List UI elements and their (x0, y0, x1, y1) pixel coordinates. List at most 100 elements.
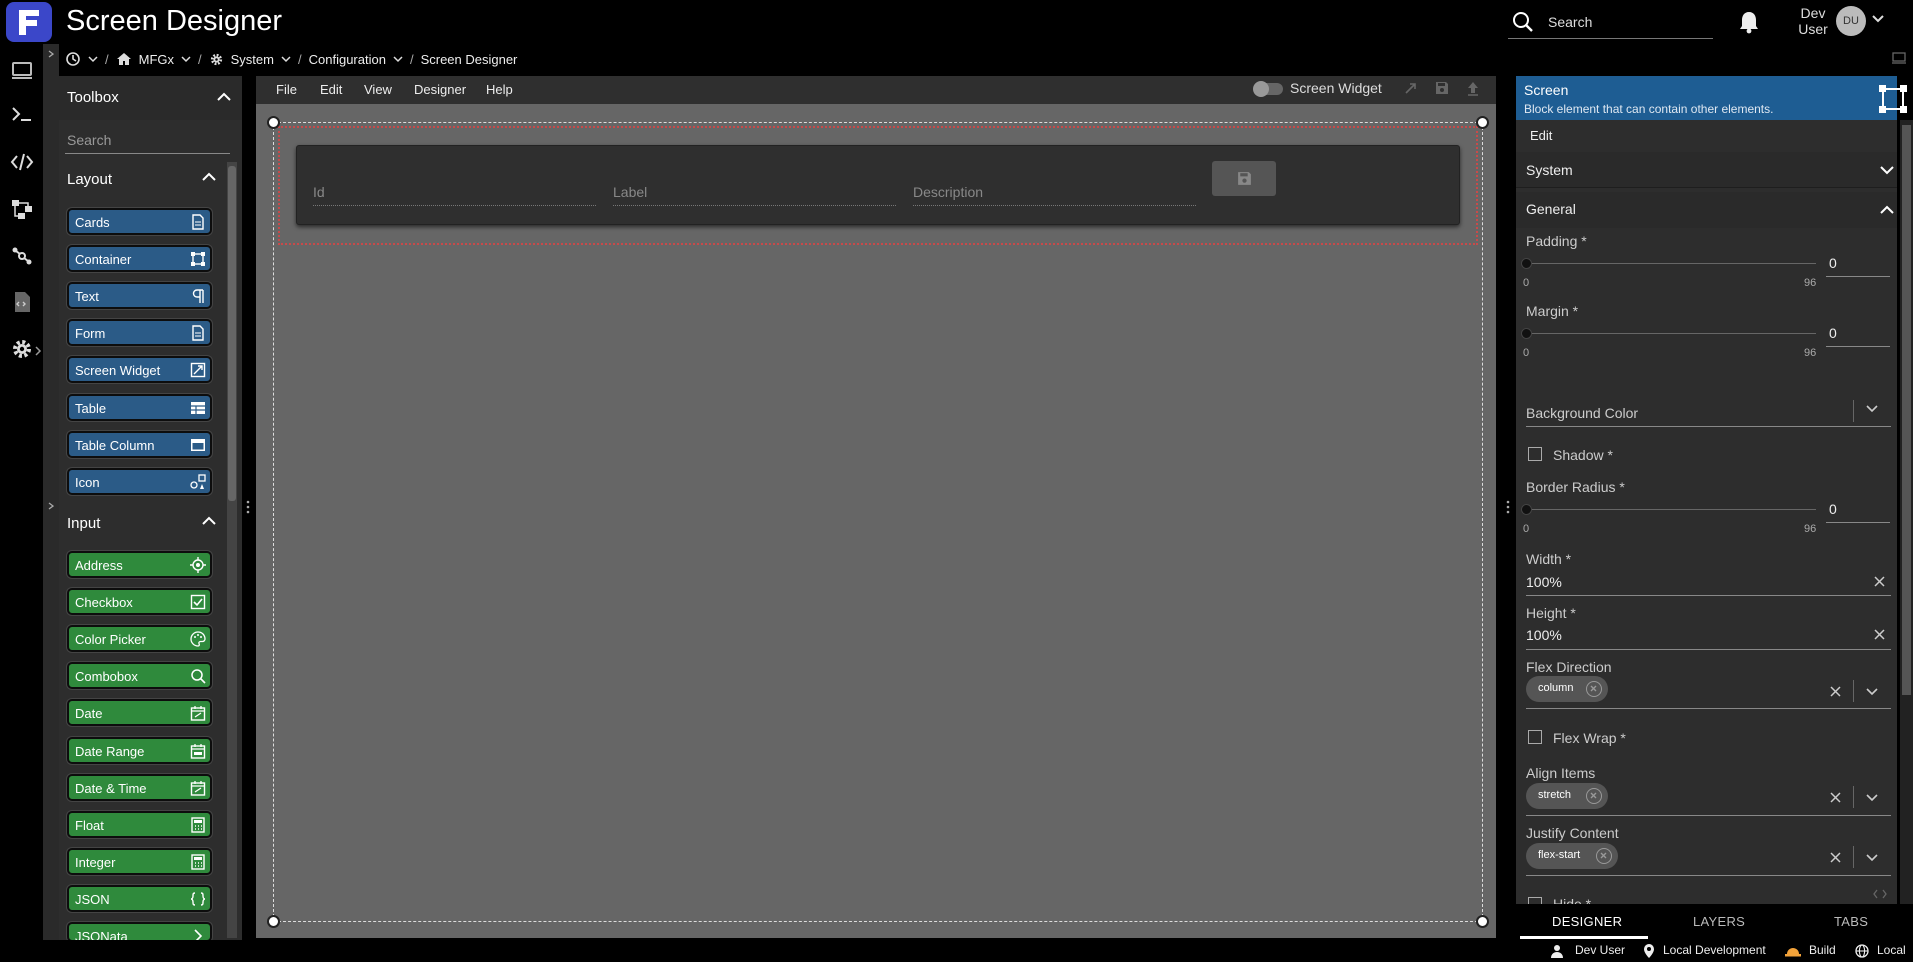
screen-icon[interactable] (10, 58, 34, 82)
tool-date-time[interactable]: Date & Time (67, 774, 212, 801)
tool-json[interactable]: JSON (67, 885, 212, 912)
gear-icon[interactable] (10, 337, 34, 361)
close-icon[interactable] (1586, 788, 1602, 804)
clear-icon[interactable] (1830, 686, 1841, 697)
clear-icon[interactable] (1830, 792, 1841, 803)
status-environment[interactable]: Local Development (1663, 943, 1766, 957)
tool-text[interactable]: Text (67, 282, 212, 309)
close-icon[interactable] (1586, 681, 1602, 697)
tool-jsonata[interactable]: JSONata (67, 922, 212, 942)
tool-table-column[interactable]: Table Column (67, 431, 212, 458)
accordion-system[interactable]: System (1516, 152, 1897, 188)
avatar[interactable]: DU (1836, 6, 1866, 36)
flex-wrap-checkbox[interactable] (1528, 730, 1542, 744)
width-value[interactable]: 100% (1526, 574, 1562, 590)
form-field-description[interactable]: Description (913, 184, 1196, 206)
margin-slider[interactable] (1526, 333, 1816, 334)
height-value[interactable]: 100% (1526, 627, 1562, 643)
form-field-label[interactable]: Label (613, 184, 896, 206)
chevron-down-icon[interactable] (1866, 405, 1878, 413)
tab-layers[interactable]: LAYERS (1693, 914, 1745, 929)
chevron-down-icon[interactable] (88, 55, 98, 63)
flex-direction-chip[interactable]: column (1526, 676, 1608, 702)
terminal-icon[interactable] (10, 102, 34, 126)
margin-slider-knob[interactable] (1521, 328, 1532, 339)
tool-date-range[interactable]: Date Range (67, 737, 212, 764)
status-locale[interactable]: Local (1877, 943, 1906, 957)
tool-icon[interactable]: Icon (67, 468, 212, 495)
hide-checkbox[interactable] (1528, 897, 1542, 904)
menu-help[interactable]: Help (486, 82, 513, 97)
breadcrumb-system[interactable]: System (231, 52, 274, 67)
clear-icon[interactable] (1874, 576, 1885, 587)
status-build[interactable]: Build (1809, 943, 1836, 957)
toolbox-search-input[interactable]: Search (65, 126, 230, 154)
clear-icon[interactable] (1874, 629, 1885, 640)
global-search[interactable]: Search (1508, 7, 1713, 39)
padding-slider-knob[interactable] (1521, 258, 1532, 269)
border-radius-slider-knob[interactable] (1521, 504, 1532, 515)
chevron-down-icon[interactable] (181, 55, 191, 63)
breadcrumb-configuration[interactable]: Configuration (309, 52, 386, 67)
integration-icon[interactable] (10, 244, 34, 268)
chevron-down-icon[interactable] (1866, 688, 1878, 696)
toolbox-header[interactable]: Toolbox (59, 76, 242, 120)
chevron-down-icon[interactable] (1872, 14, 1884, 24)
drag-handle-icon[interactable] (1505, 500, 1511, 514)
tool-color-picker[interactable]: Color Picker (67, 625, 212, 652)
tool-address[interactable]: Address (67, 551, 212, 578)
tool-date[interactable]: Date (67, 699, 212, 726)
margin-value[interactable]: 0 (1829, 325, 1837, 341)
user-name[interactable]: Dev User (1796, 5, 1830, 37)
screen-widget-toggle[interactable] (1253, 81, 1283, 97)
toolbox-collapse-strip[interactable] (43, 44, 59, 962)
expand-rail-icon[interactable] (34, 346, 42, 356)
tool-combobox[interactable]: Combobox (67, 662, 212, 689)
background-color-label[interactable]: Background Color (1526, 405, 1638, 421)
resize-handle-bottom-right[interactable] (1476, 915, 1489, 928)
home-icon[interactable] (116, 52, 132, 66)
properties-scrollbar-thumb[interactable] (1902, 125, 1911, 695)
section-layout[interactable]: Layout (59, 160, 218, 198)
tab-tabs[interactable]: TABS (1834, 914, 1868, 929)
resize-handle-bottom-left[interactable] (267, 915, 280, 928)
drag-handle-icon[interactable] (245, 500, 251, 514)
menu-designer[interactable]: Designer (414, 82, 466, 97)
chevron-up-icon[interactable] (217, 92, 231, 101)
padding-value[interactable]: 0 (1829, 255, 1837, 271)
shadow-checkbox[interactable] (1528, 447, 1542, 461)
tab-designer[interactable]: DESIGNER (1552, 914, 1622, 929)
chevron-down-icon[interactable] (281, 55, 291, 63)
form-save-button[interactable] (1212, 161, 1276, 196)
menu-view[interactable]: View (364, 82, 392, 97)
history-icon[interactable] (65, 51, 81, 67)
app-logo[interactable] (6, 2, 52, 42)
tool-integer[interactable]: Integer (67, 848, 212, 875)
chevron-down-icon[interactable] (393, 55, 403, 63)
padding-slider[interactable] (1526, 263, 1816, 264)
breadcrumb-mfgx[interactable]: MFGx (139, 52, 174, 67)
border-radius-slider[interactable] (1526, 509, 1816, 510)
status-user[interactable]: Dev User (1575, 943, 1625, 957)
chevron-down-icon[interactable] (1866, 854, 1878, 862)
tool-float[interactable]: Float (67, 811, 212, 838)
close-icon[interactable] (1596, 848, 1612, 864)
code-icon[interactable] (1873, 889, 1887, 899)
tool-table[interactable]: Table (67, 394, 212, 421)
bell-icon[interactable] (1738, 10, 1760, 34)
toolbox-scrollbar-thumb[interactable] (228, 166, 236, 501)
menu-file[interactable]: File (276, 82, 297, 97)
chevron-down-icon[interactable] (1866, 794, 1878, 802)
resize-handle-top-right[interactable] (1476, 116, 1489, 129)
resize-handle-top-left[interactable] (267, 116, 280, 129)
menu-edit[interactable]: Edit (320, 82, 342, 97)
tool-checkbox[interactable]: Checkbox (67, 588, 212, 615)
tool-container[interactable]: Container (67, 245, 212, 272)
edit-button[interactable]: Edit (1530, 128, 1552, 143)
form-field-id[interactable]: Id (313, 184, 596, 206)
clear-icon[interactable] (1830, 852, 1841, 863)
tool-form[interactable]: Form (67, 319, 212, 346)
tool-screen-widget[interactable]: Screen Widget (67, 356, 212, 383)
code-file-icon[interactable] (10, 290, 34, 314)
accordion-general[interactable]: General (1516, 192, 1897, 228)
